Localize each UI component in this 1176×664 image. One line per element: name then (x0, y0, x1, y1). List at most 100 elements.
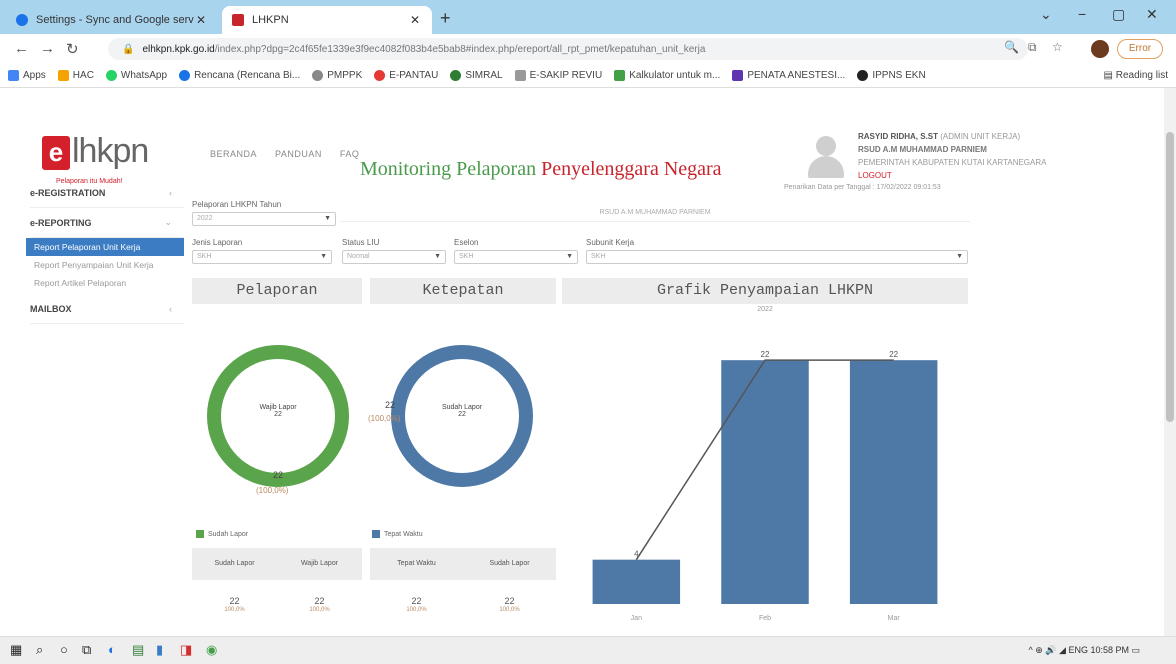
select-value: SKH (197, 253, 212, 260)
page-scrollbar[interactable] (1164, 88, 1176, 636)
status-select[interactable]: Normal ▼ (342, 250, 446, 264)
reading-list-label: Reading list (1115, 70, 1168, 81)
app-icon[interactable]: ▮ (156, 642, 163, 658)
legend-label: Sudah Lapor (208, 530, 249, 538)
top-nav: BERANDA PANDUAN FAQ (210, 149, 359, 159)
sidebar-item-report-pelaporan[interactable]: Report Pelaporan Unit Kerja (26, 238, 184, 256)
back-icon[interactable]: ← (14, 40, 29, 57)
new-tab-icon[interactable]: + (440, 8, 451, 29)
office-icon[interactable]: ◨ (180, 642, 192, 658)
bookmark-label: E-SAKIP REVIU (529, 70, 603, 81)
app-icon[interactable]: ▤ (132, 642, 144, 658)
url-input[interactable]: 🔒 elhkpn.kpk.go.id /index.php?dpg=2c4f65… (108, 38, 1028, 60)
task-view-icon[interactable]: ⧉ (82, 642, 91, 658)
logo-mark: e (42, 136, 70, 170)
search-icon[interactable]: ⌕ (36, 642, 43, 658)
sidebar-item-report-penyampaian[interactable]: Report Penyampaian Unit Kerja (30, 256, 184, 274)
chevron-right-icon: ‹ (169, 187, 172, 198)
chart-bar-feb[interactable] (721, 360, 809, 604)
sidebar-item-report-artikel[interactable]: Report Artikel Pelaporan (30, 274, 184, 292)
eselon-select[interactable]: SKH ▼ (454, 250, 578, 264)
forward-icon[interactable]: → (40, 40, 55, 57)
bookmark-label: PMPPK (327, 70, 363, 81)
table-header-cell: Sudah Lapor (489, 560, 530, 567)
bookmark-penata[interactable]: PENATA ANESTESI... (732, 70, 845, 81)
ketepatan-val1: 22 100,0% (370, 596, 463, 613)
star-icon[interactable]: ☆ (1052, 40, 1063, 54)
subunit-select[interactable]: SKH ▼ (586, 250, 968, 264)
windows-start-icon[interactable]: ▦ (10, 642, 22, 658)
select-value: Normal (347, 253, 370, 260)
ketepatan-side-value: 22 (384, 400, 395, 410)
profile-avatar[interactable] (1091, 40, 1109, 58)
close-icon[interactable]: ✕ (194, 13, 208, 27)
ketepatan-table-header: Tepat Waktu Sudah Lapor (370, 548, 556, 580)
user-name-line: RASYID RIDHA, S.ST (ADMIN UNIT KERJA) (858, 132, 1020, 141)
select-value: SKH (459, 253, 474, 260)
ketepatan-donut (391, 345, 533, 487)
cell-pct: 100,0% (309, 607, 330, 613)
bookmark-kalkulator[interactable]: Kalkulator untuk m... (614, 70, 720, 81)
error-button[interactable]: Error (1117, 39, 1163, 59)
chart-subtitle: 2022 (757, 306, 773, 313)
chart-tick-label: Mar (888, 615, 901, 622)
sidebar-item-mailbox[interactable]: MAILBOX ‹ (30, 294, 184, 324)
jenis-laporan-select[interactable]: SKH ▼ (192, 250, 332, 264)
chart-bar-mar[interactable] (849, 360, 938, 604)
tab-lhkpn[interactable]: LHKPN ✕ (222, 6, 432, 34)
sidebar-item-label: e-REPORTING (30, 217, 92, 228)
pelaporan-year-select[interactable]: 2022 ▼ (192, 212, 336, 226)
scrollbar-thumb[interactable] (1166, 132, 1174, 422)
clock[interactable]: 10:58 PM (1090, 645, 1129, 655)
bookmark-icon (312, 70, 324, 81)
zoom-icon[interactable]: 🔍 (1004, 40, 1019, 54)
cortana-icon[interactable]: ○ (60, 642, 68, 657)
bookmark-label: SIMRAL (465, 70, 503, 81)
edge-icon[interactable]: ◐ (108, 642, 116, 657)
sidebar-item-reporting[interactable]: e-REPORTING ⌄ (30, 208, 184, 238)
user-name: RASYID RIDHA, S.ST (858, 132, 939, 141)
sidebar-item-registration[interactable]: e-REGISTRATION ‹ (30, 178, 184, 208)
reading-list-button[interactable]: ▤ Reading list (1104, 70, 1169, 81)
pelaporan-table-header: Sudah Lapor Wajib Lapor (192, 548, 362, 580)
chevron-down-icon[interactable]: ⌄ (1040, 6, 1052, 23)
chart-bar-jan[interactable] (592, 559, 681, 604)
bookmark-epantau[interactable]: E-PANTAU (374, 70, 438, 81)
bookmark-pmppk[interactable]: PMPPK (312, 70, 362, 81)
ketepatan-legend: Tepat Waktu (372, 530, 423, 538)
bookmark-ippns[interactable]: IPPNS EKN (857, 70, 926, 81)
nav-beranda[interactable]: BERANDA (210, 149, 257, 159)
bookmark-label: IPPNS EKN (872, 70, 926, 81)
bookmark-esakip[interactable]: E-SAKIP REVIU (514, 70, 603, 81)
last-update-text: Penarikan Data per Tanggal : 17/02/2022 … (784, 184, 941, 191)
nav-panduan[interactable]: PANDUAN (275, 149, 322, 159)
minimize-icon[interactable]: − (1078, 6, 1086, 22)
close-icon[interactable]: ✕ (408, 13, 422, 27)
elhkpn-logo[interactable]: e lhkpn Pelaporan itu Mudah! (42, 132, 162, 185)
share-icon[interactable]: ⧉ (1028, 40, 1037, 55)
close-window-icon[interactable]: ✕ (1146, 6, 1158, 23)
reload-icon[interactable]: ↻ (66, 40, 79, 58)
maximize-icon[interactable]: ▢ (1112, 6, 1125, 23)
bookmark-whatsapp[interactable]: WhatsApp (105, 70, 167, 81)
select-value: SKH (591, 253, 606, 260)
url-host: elhkpn.kpk.go.id (142, 43, 215, 55)
chrome-icon[interactable]: ◉ (206, 642, 217, 658)
bookmark-apps[interactable]: Apps (8, 70, 46, 81)
chart-title: Grafik Penyampaian LHKPN (562, 278, 968, 304)
pelaporan-val2: 22 100,0% (277, 596, 362, 613)
penyampaian-bar-chart: 4Jan22Feb22Mar (592, 350, 938, 622)
bookmark-rencana[interactable]: Rencana (Rencana Bi... (179, 70, 300, 81)
logout-link[interactable]: LOGOUT (858, 171, 892, 180)
bookmark-hac[interactable]: HAC (57, 70, 94, 81)
nav-faq[interactable]: FAQ (340, 149, 360, 159)
bookmark-simral[interactable]: SIMRAL (450, 70, 503, 81)
pelaporan-header: Pelaporan (192, 278, 362, 304)
tab-settings[interactable]: Settings - Sync and Google serv ✕ (6, 6, 218, 34)
url-path: /index.php?dpg=2c4f65fe1339e3f9ec4082f08… (214, 43, 706, 55)
cell-pct: 100,0% (224, 607, 245, 613)
check-icon (614, 70, 626, 81)
unit-name: RSUD A.M MUHAMMAD PARNIEM (340, 200, 970, 222)
caret-down-icon: ▼ (320, 253, 327, 260)
bookmark-icon (732, 70, 744, 81)
